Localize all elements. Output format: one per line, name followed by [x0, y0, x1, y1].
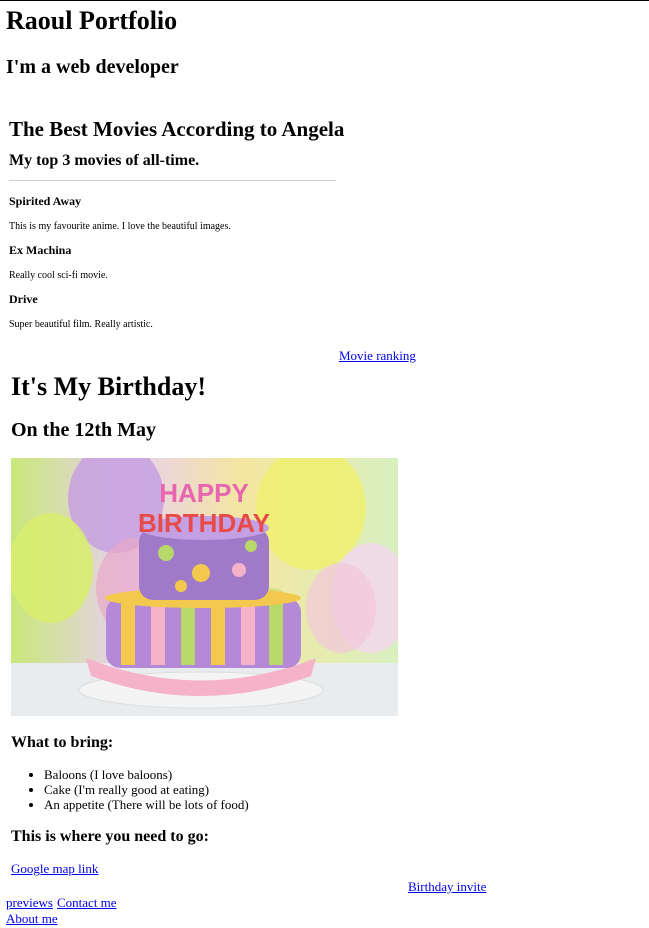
movie-description: Super beautiful film. Really artistic.: [9, 319, 153, 330]
list-item: Cake (I'm really good at eating): [44, 782, 249, 797]
birthday-date: On the 12th May: [11, 419, 156, 441]
movie-name: Ex Machina: [9, 243, 72, 257]
contact-me-link[interactable]: Contact me: [57, 895, 117, 911]
movie-name: Drive: [9, 292, 38, 306]
cake-topper-text: HAPPY: [159, 478, 249, 508]
what-to-bring-list: Baloons (I love baloons) Cake (I'm reall…: [0, 767, 249, 812]
birthday-title: It's My Birthday!: [11, 372, 206, 401]
location-heading: This is where you need to go:: [11, 828, 209, 845]
movie-name: Spirited Away: [9, 194, 82, 208]
birthday-cake-image: HAPPY BIRTHDAY: [11, 458, 398, 716]
movie-ranking-link[interactable]: Movie ranking: [339, 348, 416, 364]
list-item: An appetite (There will be lots of food): [44, 797, 249, 812]
previews-link[interactable]: previews: [6, 895, 53, 911]
cake-topper-text: BIRTHDAY: [138, 508, 270, 538]
what-to-bring-heading: What to bring:: [11, 734, 114, 751]
birthday-invite-link[interactable]: Birthday invite: [408, 879, 486, 895]
page-subtitle: I'm a web developer: [6, 56, 179, 78]
list-item: Baloons (I love baloons): [44, 767, 249, 782]
movie-ranking-frame: The Best Movies According to Angela My t…: [0, 105, 344, 347]
movie-description: Really cool sci-fi movie.: [9, 270, 108, 281]
movie-ranking-title: The Best Movies According to Angela: [9, 117, 345, 141]
movie-description: This is my favourite anime. I love the b…: [9, 221, 231, 232]
movie-ranking-subtitle: My top 3 movies of all-time.: [9, 152, 200, 169]
about-me-link[interactable]: About me: [6, 911, 58, 927]
divider: [9, 180, 336, 181]
page-title: Raoul Portfolio: [6, 6, 178, 35]
google-map-link[interactable]: Google map link: [11, 861, 98, 877]
